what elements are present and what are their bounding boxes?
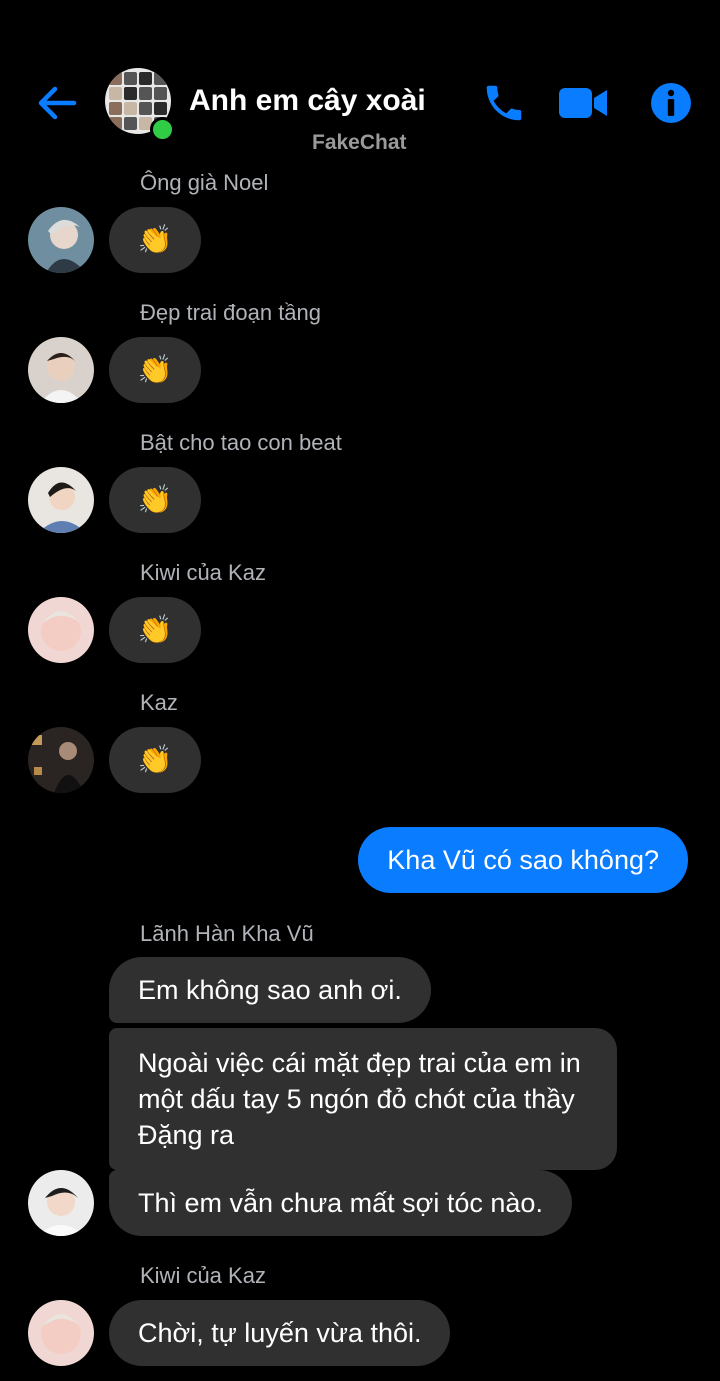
avatar[interactable] xyxy=(28,467,94,533)
message-bubble[interactable]: 👏 xyxy=(109,207,201,273)
sender-name: Kiwi của Kaz xyxy=(140,1263,266,1288)
chat-header: Anh em cây xoài FakeChat xyxy=(0,0,720,165)
info-button[interactable] xyxy=(648,80,694,126)
message-bubble[interactable]: 👏 xyxy=(109,467,201,533)
sender-name: Lãnh Hàn Kha Vũ xyxy=(140,921,314,946)
sender-name: Bật cho tao con beat xyxy=(140,430,342,455)
chat-title[interactable]: Anh em cây xoài xyxy=(189,84,426,118)
info-icon xyxy=(651,83,691,123)
avatar[interactable] xyxy=(28,727,94,793)
sender-name: Kiwi của Kaz xyxy=(140,560,266,585)
message-bubble[interactable]: Chời, tự luyến vừa thôi. xyxy=(109,1300,451,1366)
outgoing-message-bubble[interactable]: Kha Vũ có sao không? xyxy=(358,827,688,893)
video-call-button[interactable] xyxy=(557,80,609,126)
avatar[interactable] xyxy=(28,207,94,273)
avatar[interactable] xyxy=(28,337,94,403)
message-bubble[interactable]: Thì em vẫn chưa mất sợi tóc nào. xyxy=(109,1170,572,1236)
watermark-text: FakeChat xyxy=(312,131,407,154)
message-bubble[interactable]: Em không sao anh ơi. xyxy=(109,957,431,1023)
avatar[interactable] xyxy=(28,597,94,663)
sender-name: Đẹp trai đoạn tầng xyxy=(140,300,322,325)
message-bubble[interactable]: 👏 xyxy=(109,727,201,793)
message-bubble[interactable]: 👏 xyxy=(109,337,201,403)
avatar[interactable] xyxy=(28,1300,94,1366)
voice-call-button[interactable] xyxy=(481,80,527,126)
sender-name: Kaz xyxy=(140,690,178,715)
video-camera-icon xyxy=(559,88,607,118)
online-status-dot xyxy=(150,117,175,142)
sender-name: Ông già Noel xyxy=(140,170,269,195)
message-bubble[interactable]: 👏 xyxy=(109,597,201,663)
back-arrow-icon xyxy=(38,86,77,120)
message-bubble[interactable]: Ngoài việc cái mặt đẹp trai của em in mộ… xyxy=(109,1028,617,1170)
phone-icon xyxy=(486,85,522,121)
avatar[interactable] xyxy=(28,1170,94,1236)
back-button[interactable] xyxy=(34,80,80,126)
